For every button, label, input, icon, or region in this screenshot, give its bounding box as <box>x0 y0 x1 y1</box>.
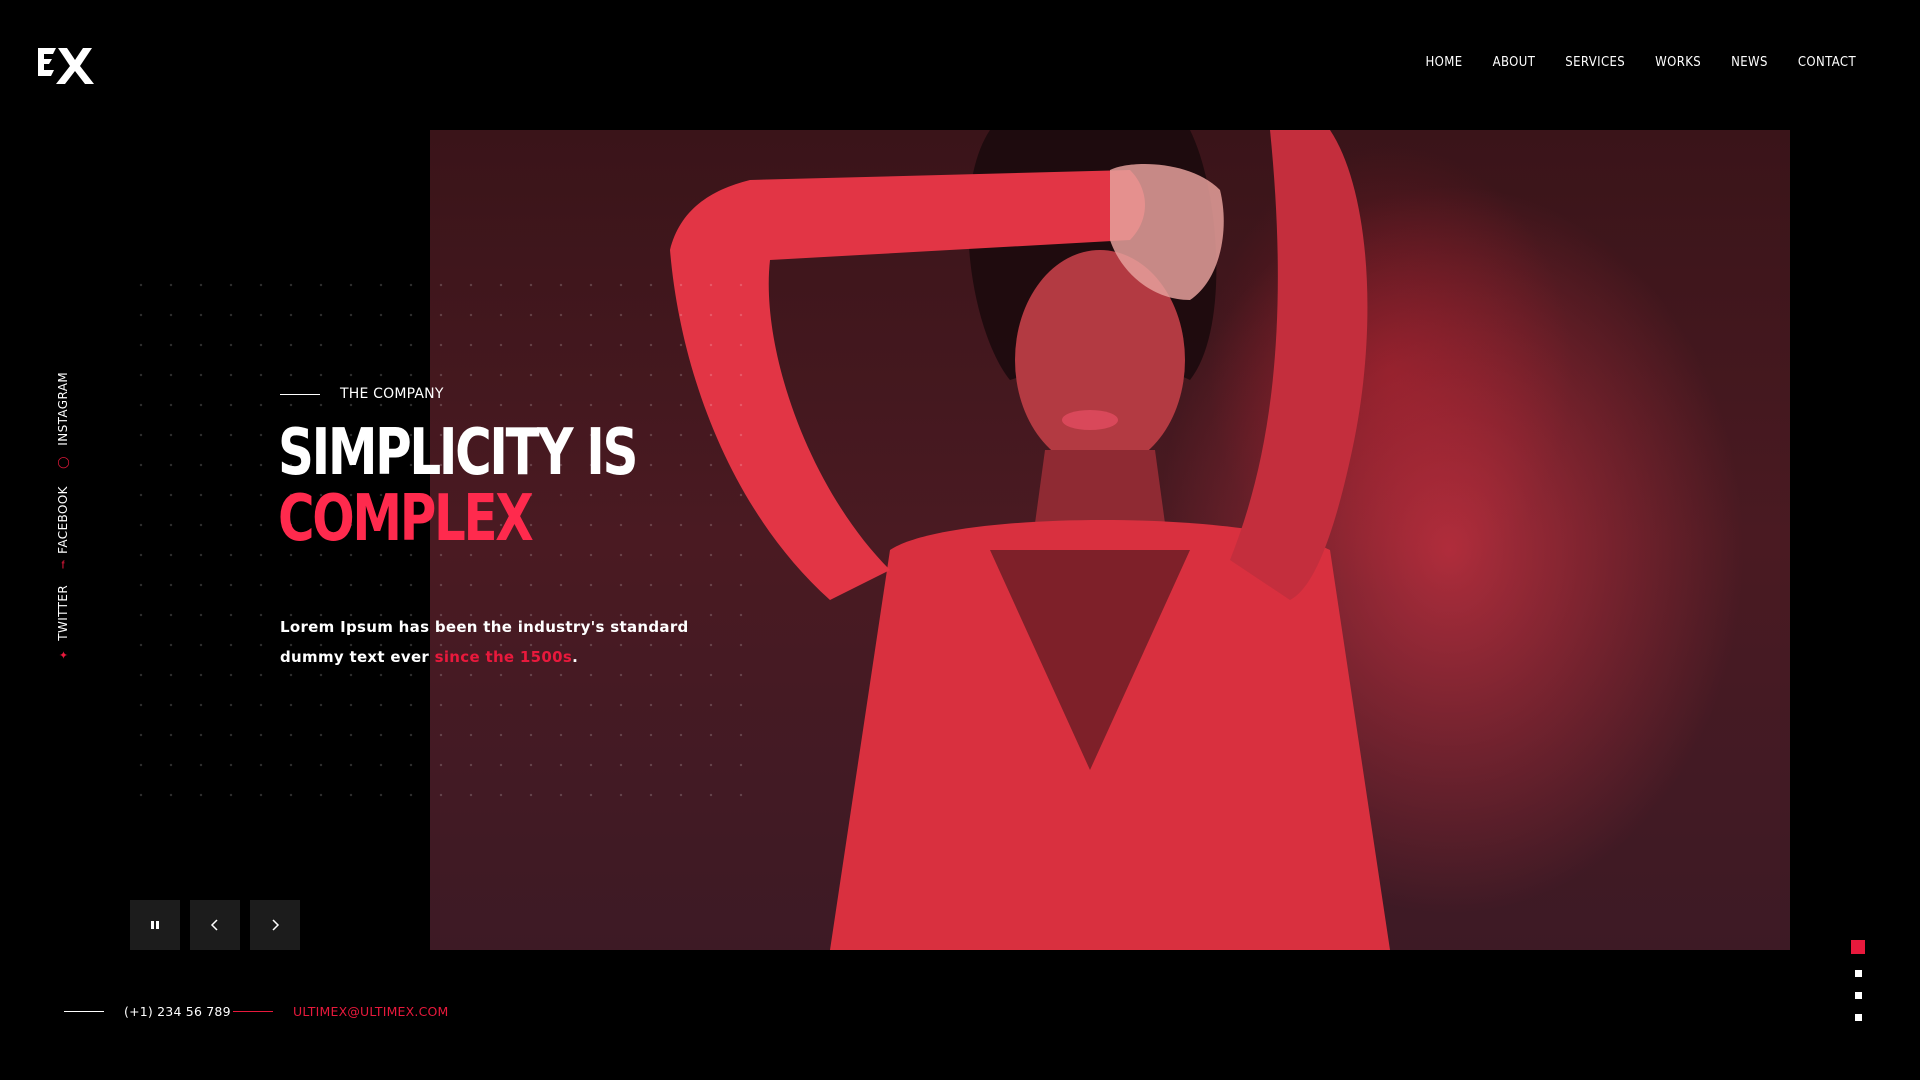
next-slide-button[interactable] <box>250 900 300 950</box>
landing-page: HOME ABOUT SERVICES WORKS NEWS CONTACT ✦… <box>0 0 1920 1080</box>
pager-dot-4[interactable] <box>1854 1014 1862 1021</box>
social-facebook-label: FACEBOOK <box>56 486 70 554</box>
nav-item-contact[interactable]: CONTACT <box>1798 55 1856 70</box>
nav-item-services[interactable]: SERVICES <box>1565 55 1625 70</box>
chevron-right-icon <box>272 919 280 931</box>
headline-line1: SIMPLICITY IS <box>278 416 638 490</box>
phone-contact: (+1) 234 56 789 <box>64 1004 231 1019</box>
phone-number[interactable]: (+1) 234 56 789 <box>124 1004 231 1019</box>
main-nav: HOME ABOUT SERVICES WORKS NEWS CONTACT <box>1425 55 1856 70</box>
hero-eyebrow: THE COMPANY <box>280 386 444 402</box>
slide-pager <box>1848 940 1868 1036</box>
pause-button[interactable] <box>130 900 180 950</box>
hero-description: Lorem Ipsum has been the industry's stan… <box>280 612 700 672</box>
email-line <box>233 1011 273 1012</box>
nav-item-works[interactable]: WORKS <box>1655 55 1701 70</box>
instagram-icon: ◯ <box>56 456 70 469</box>
pager-dot-3[interactable] <box>1854 992 1862 999</box>
eyebrow-line <box>280 393 320 395</box>
phone-line <box>64 1011 104 1012</box>
chevron-left-icon <box>210 919 218 931</box>
eyebrow-text: THE COMPANY <box>340 386 444 402</box>
prev-slide-button[interactable] <box>190 900 240 950</box>
social-instagram-label: INSTAGRAM <box>56 371 70 446</box>
social-twitter-label: TWITTER <box>56 584 70 641</box>
pager-dot-1[interactable] <box>1851 940 1865 954</box>
social-twitter[interactable]: ✦ TWITTER <box>56 584 70 662</box>
description-accent: since the 1500s <box>434 648 573 666</box>
slider-controls <box>130 900 300 950</box>
pager-dot-2[interactable] <box>1854 970 1862 977</box>
email-address[interactable]: ULTIMEX@ULTIMEX.COM <box>293 1004 449 1019</box>
social-facebook[interactable]: f FACEBOOK <box>56 486 70 571</box>
description-end: . <box>572 648 579 666</box>
nav-item-home[interactable]: HOME <box>1425 55 1462 70</box>
headline-line2: COMPLEX <box>278 482 534 556</box>
social-instagram[interactable]: ◯ INSTAGRAM <box>56 371 70 469</box>
email-contact: ULTIMEX@ULTIMEX.COM <box>233 1004 449 1019</box>
hero-headline: SIMPLICITY IS COMPLEX <box>278 416 638 556</box>
pause-icon <box>151 921 159 929</box>
twitter-icon: ✦ <box>58 649 68 662</box>
social-links: ✦ TWITTER f FACEBOOK ◯ INSTAGRAM <box>56 372 76 662</box>
nav-item-news[interactable]: NEWS <box>1731 55 1768 70</box>
ex-logo-icon[interactable] <box>36 44 96 84</box>
nav-item-about[interactable]: ABOUT <box>1493 55 1536 70</box>
facebook-icon: f <box>61 559 65 572</box>
